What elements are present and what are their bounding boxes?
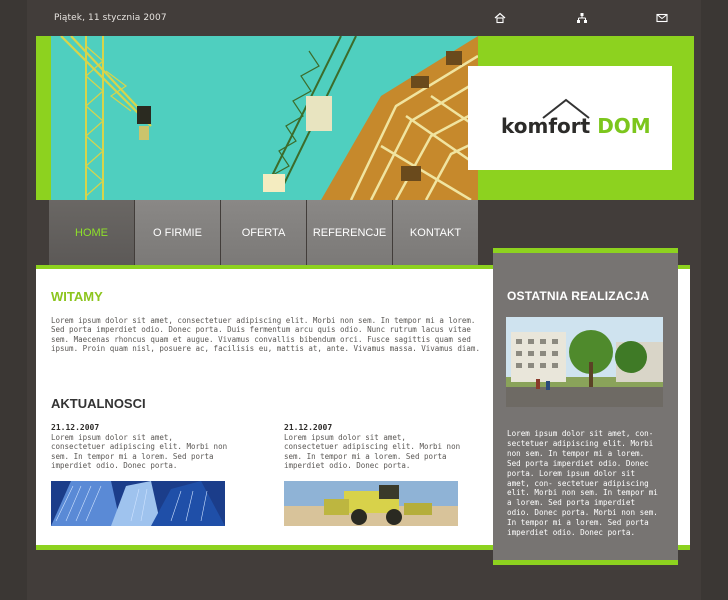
news-item-text: Lorem ipsum dolor sit amet, consectetuer… bbox=[51, 433, 228, 471]
sidebar-top-border bbox=[493, 248, 678, 253]
logo-text-komfort: komfort bbox=[501, 114, 591, 138]
page: Piątek, 11 stycznia 2007 komfort DOM HOM… bbox=[0, 0, 728, 600]
news-item-date: 21.12.2007 bbox=[284, 423, 333, 432]
current-date: Piątek, 11 stycznia 2007 bbox=[54, 13, 167, 23]
home-icon[interactable] bbox=[494, 12, 506, 24]
welcome-heading: WITAMY bbox=[51, 289, 103, 304]
hero-image-construction-cranes bbox=[51, 36, 478, 200]
nav-item-referencje[interactable]: REFERENCJE bbox=[307, 200, 392, 265]
mail-icon[interactable] bbox=[656, 12, 668, 24]
nav-item-kontakt[interactable]: KONTAKT bbox=[393, 200, 478, 265]
sidebar-bottom-border bbox=[493, 560, 678, 565]
nav-item-oferta[interactable]: OFERTA bbox=[221, 200, 306, 265]
nav-item-o-firmie[interactable]: O FIRMIE bbox=[135, 200, 220, 265]
welcome-text: Lorem ipsum dolor sit amet, consectetuer… bbox=[51, 316, 480, 354]
nav-item-home[interactable]: HOME bbox=[49, 200, 134, 265]
news-image-bulldozer[interactable] bbox=[284, 481, 458, 526]
sidebar-heading: OSTATNIA REALIZACJA bbox=[507, 289, 650, 303]
sitemap-icon[interactable] bbox=[576, 12, 588, 24]
news-heading: AKTUALNOSCI bbox=[51, 396, 146, 411]
main-navigation: HOME O FIRMIE OFERTA REFERENCJE KONTAKT bbox=[49, 200, 479, 265]
news-image-skyscrapers[interactable] bbox=[51, 481, 225, 526]
news-item-date: 21.12.2007 bbox=[51, 423, 100, 432]
sidebar-text: Lorem ipsum dolor sit amet, con- sectetu… bbox=[507, 429, 658, 538]
news-item-text: Lorem ipsum dolor sit amet, consectetuer… bbox=[284, 433, 461, 471]
logo[interactable]: komfort DOM bbox=[501, 114, 651, 138]
logo-text-dom: DOM bbox=[597, 114, 651, 138]
recent-project-image[interactable] bbox=[506, 317, 663, 407]
